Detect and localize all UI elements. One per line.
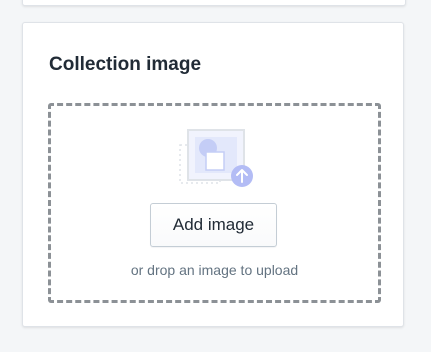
drop-hint-text: or drop an image to upload (130, 262, 299, 278)
image-dropzone[interactable]: Add image or drop an image to upload (48, 103, 381, 303)
card-title: Collection image (49, 54, 202, 75)
add-image-button[interactable]: Add image (150, 203, 277, 247)
collection-image-card: Collection image Add image or drop an im… (22, 22, 404, 327)
image-upload-icon (179, 129, 253, 187)
previous-card (22, 0, 406, 6)
